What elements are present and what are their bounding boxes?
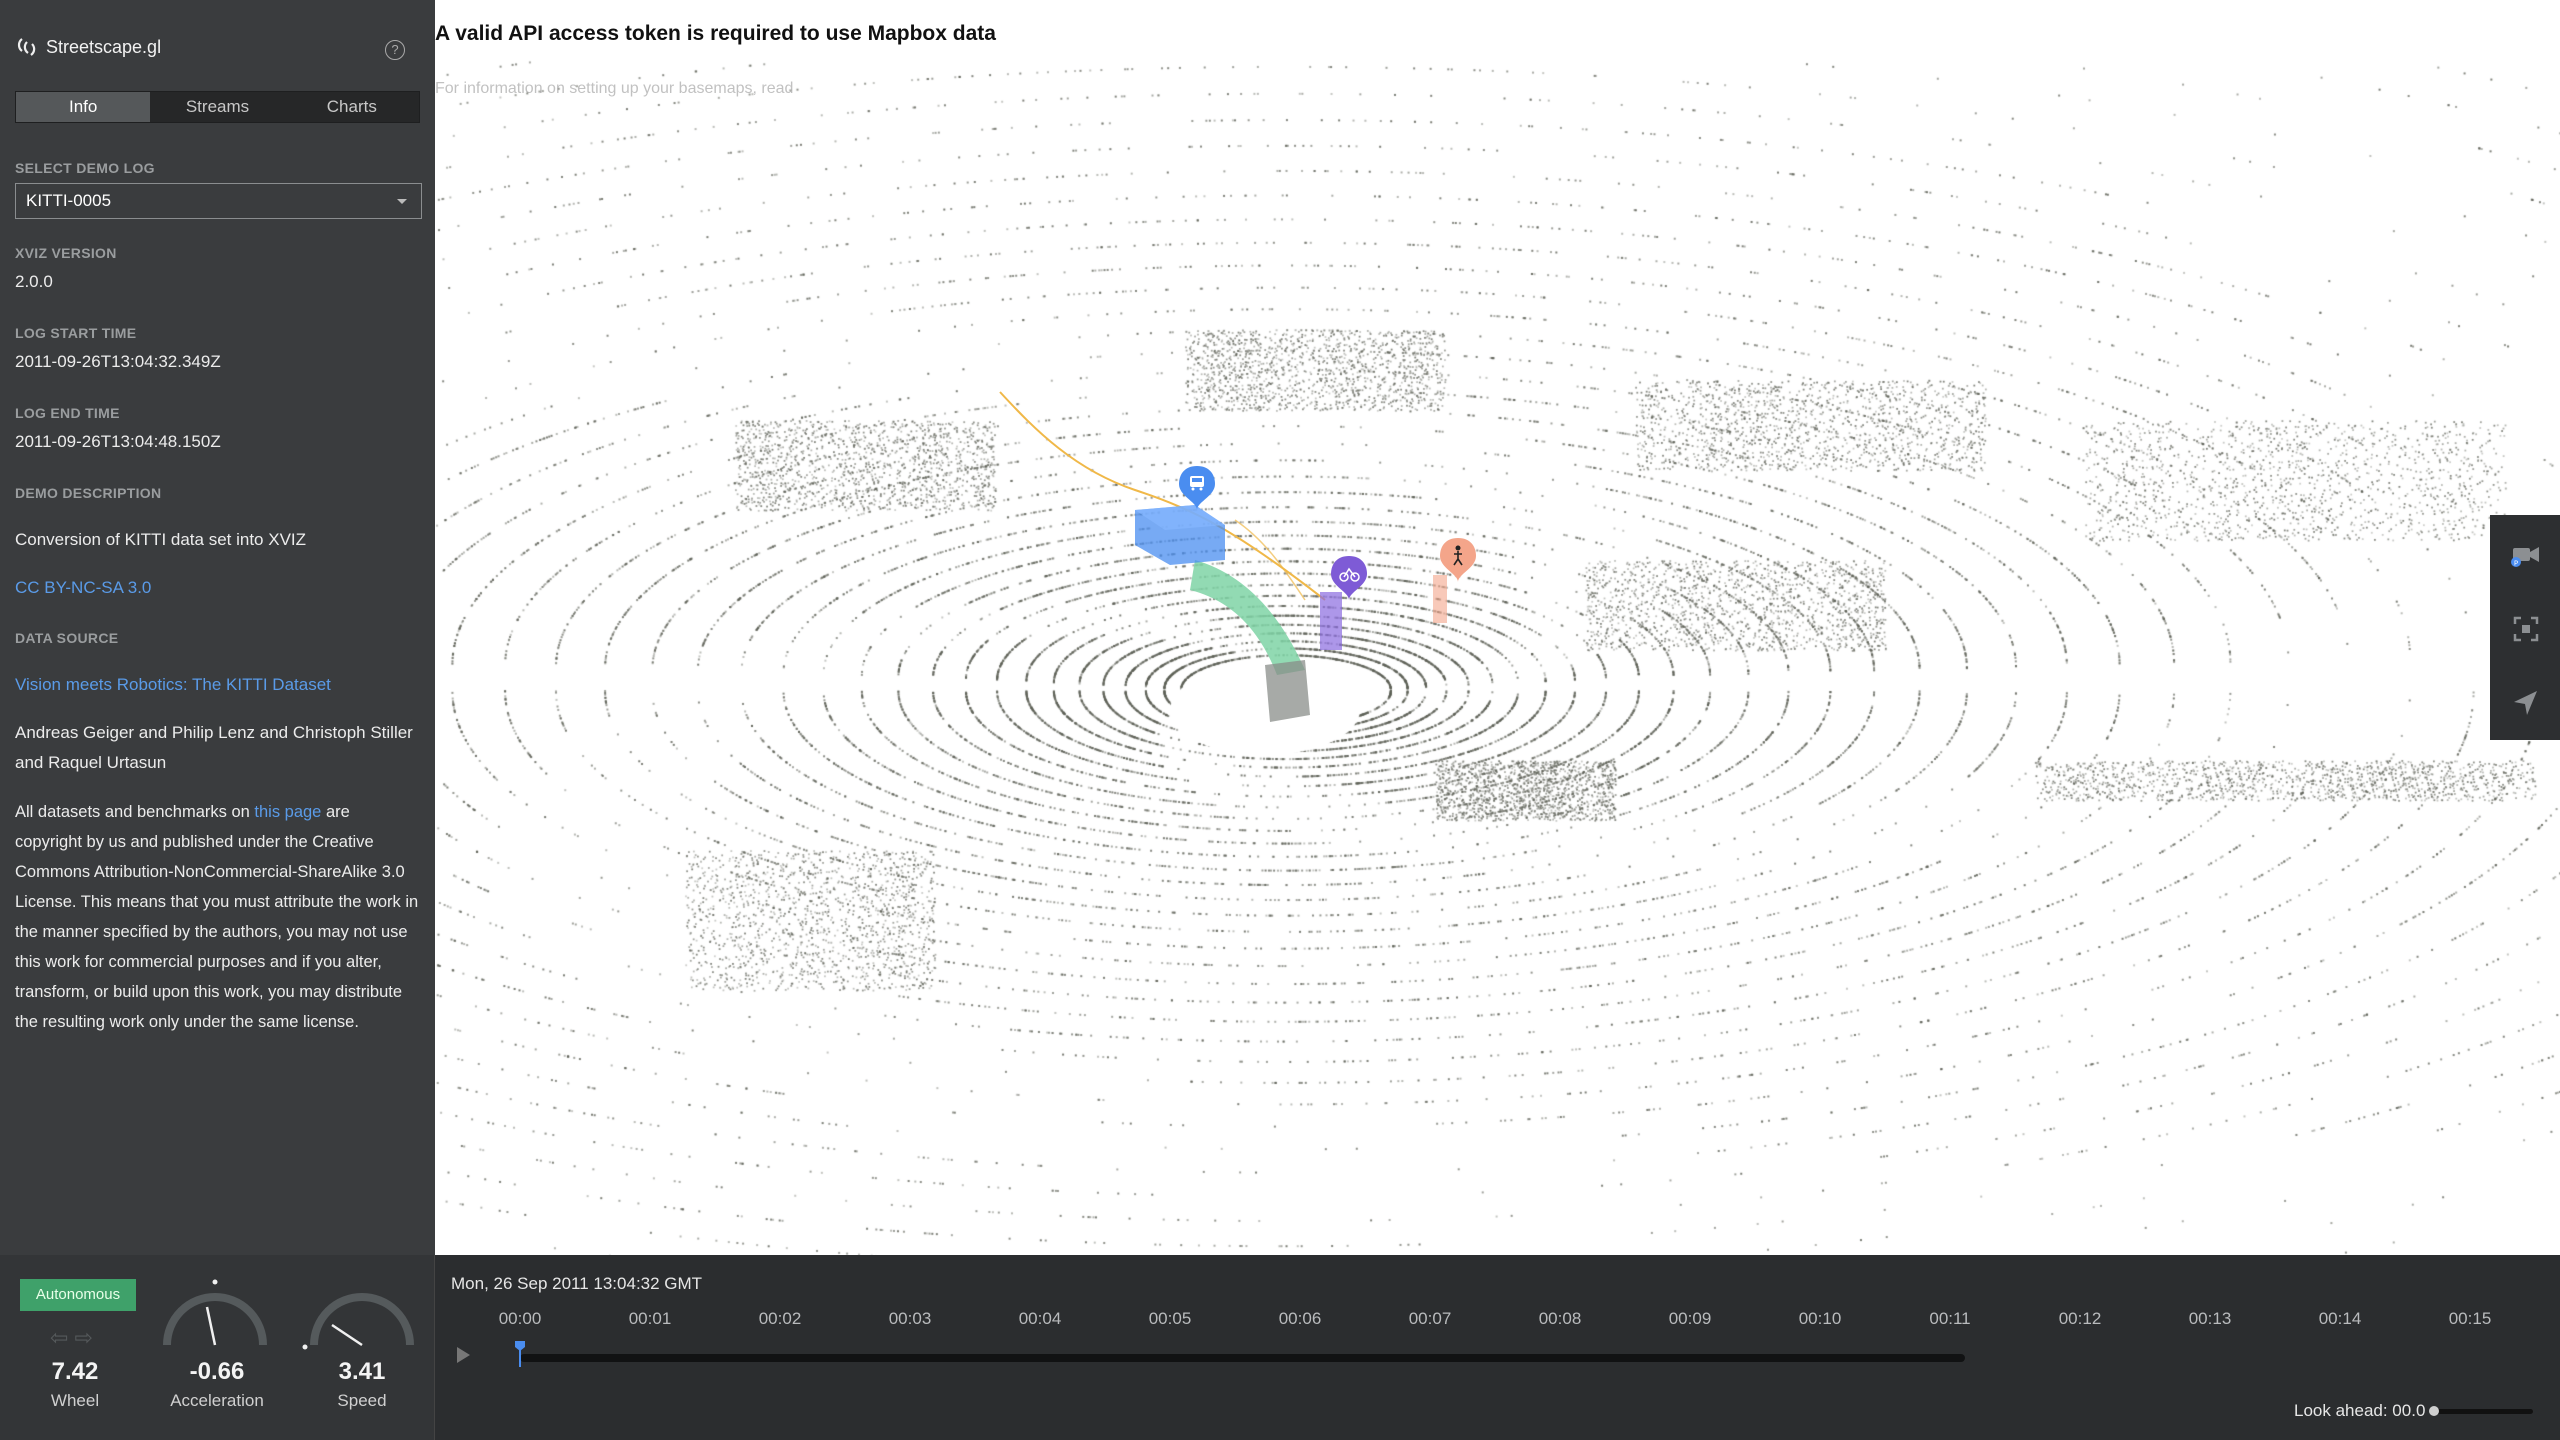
log-end-label: LOG END TIME <box>15 405 120 421</box>
timeline-tick: 00:09 <box>1668 1309 1712 1328</box>
timeline-tick: 00:01 <box>628 1309 672 1328</box>
timeline-tick: 00:03 <box>888 1309 932 1328</box>
license-link[interactable]: CC BY-NC-SA 3.0 <box>15 578 151 598</box>
demo-log-label: SELECT DEMO LOG <box>15 160 155 176</box>
timeline-tick: 00:06 <box>1278 1309 1322 1328</box>
timeline-tick: 00:12 <box>2058 1309 2102 1328</box>
data-source-label: DATA SOURCE <box>15 630 119 646</box>
demo-log-value: KITTI-0005 <box>26 191 112 210</box>
copyright-prefix: All datasets and benchmarks on <box>15 803 255 821</box>
speed-value: 3.41 <box>338 1358 386 1385</box>
speed-gauge <box>302 1293 414 1350</box>
mapbox-token-warning: A valid API access token is required to … <box>435 22 996 45</box>
timeline-ticks: 00:00 00:01 00:02 00:03 00:04 00:05 00:06 00:07… <box>435 1309 2560 1333</box>
scene-objects <box>999 391 1476 722</box>
mapbox-token-hint: For information on setting up your basem… <box>435 80 794 97</box>
data-source-link[interactable]: Vision meets Robotics: The KITTI Dataset <box>15 675 331 695</box>
locate-icon[interactable] <box>2510 687 2542 719</box>
app-root: A valid API access token is required to … <box>0 0 2560 1440</box>
timeline-tick: 00:08 <box>1538 1309 1582 1328</box>
log-end-value: 2011-09-26T13:04:48.150Z <box>15 432 221 451</box>
demo-description-label: DEMO DESCRIPTION <box>15 485 162 501</box>
copyright-suffix: are copyright by us and published under … <box>15 803 419 1031</box>
timeline-tick: 00:14 <box>2318 1309 2362 1328</box>
timeline-tick: 00:15 <box>2448 1309 2492 1328</box>
pedestrian-object <box>1433 575 1447 623</box>
timeline-handle[interactable] <box>515 1341 525 1367</box>
acceleration-label: Acceleration <box>170 1391 264 1410</box>
tab-charts[interactable]: Charts <box>285 92 419 122</box>
xviz-version-value: 2.0.0 <box>15 272 53 291</box>
panel-tabs: Info Streams Charts <box>15 91 420 123</box>
ego-vehicle <box>1265 660 1310 722</box>
copyright-page-link[interactable]: this page <box>254 803 321 821</box>
play-button[interactable] <box>457 1347 470 1363</box>
tab-streams[interactable]: Streams <box>150 92 284 122</box>
timeline-tick: 00:11 <box>1929 1309 1971 1328</box>
timeline-tick: 00:07 <box>1408 1309 1452 1328</box>
bus-marker-icon <box>1179 466 1215 510</box>
vehicle-hud: Autonomous ⇦⇨ 7.42 Wheel -0.66 Accelerat… <box>0 1255 435 1440</box>
timeline-date: Mon, 26 Sep 2011 13:04:32 GMT <box>451 1274 703 1293</box>
playback-timeline: Mon, 26 Sep 2011 13:04:32 GMT 00:00 00:01… <box>435 1255 2560 1440</box>
tab-info[interactable]: Info <box>16 92 151 122</box>
svg-text:P: P <box>2514 560 2518 568</box>
bottom-bar: Autonomous ⇦⇨ 7.42 Wheel -0.66 Accelerat… <box>0 1255 2560 1440</box>
fullscreen-icon[interactable] <box>2510 613 2542 645</box>
copyright-text: All datasets and benchmarks on this page… <box>15 797 420 1037</box>
timeline-tick: 00:10 <box>1798 1309 1842 1328</box>
timeline-tick: 00:04 <box>1018 1309 1062 1328</box>
wheel-value: 7.42 <box>51 1358 99 1385</box>
timeline-tick: 00:00 <box>498 1309 542 1328</box>
ego-trajectory <box>1190 560 1305 675</box>
lookahead-label: Look ahead: 00.0 <box>2294 1401 2426 1420</box>
demo-description-value: Conversion of KITTI data set into XVIZ <box>15 530 307 549</box>
wheel-label: Wheel <box>50 1391 100 1410</box>
autonomous-badge: Autonomous <box>20 1279 136 1311</box>
authors-text: Andreas Geiger and Philip Lenz and Chris… <box>15 723 413 772</box>
timeline-tick: 00:02 <box>758 1309 802 1328</box>
bus-object <box>1135 505 1225 565</box>
camera-icon[interactable]: P <box>2510 539 2542 571</box>
log-start-label: LOG START TIME <box>15 325 137 341</box>
3d-viewport[interactable]: A valid API access token is required to … <box>435 0 2560 1255</box>
acceleration-gauge <box>163 1279 267 1346</box>
cyclist-object <box>1320 592 1342 650</box>
demo-log-select[interactable]: KITTI-0005 <box>15 183 422 219</box>
planned-path-line <box>999 391 1326 601</box>
turn-signal-icon: ⇦⇨ <box>50 1325 99 1350</box>
lookahead-handle[interactable] <box>2429 1406 2439 1416</box>
acceleration-value: -0.66 <box>189 1358 245 1385</box>
streetscape-logo-icon <box>17 38 36 56</box>
brand-name: Streetscape.gl <box>46 36 162 57</box>
xviz-version-label: XVIZ VERSION <box>15 245 117 261</box>
timeline-tick: 00:05 <box>1148 1309 1192 1328</box>
help-circle-icon[interactable]: ? <box>385 40 405 60</box>
lookahead-slider[interactable] <box>2433 1409 2533 1414</box>
timeline-track[interactable] <box>520 1354 1965 1362</box>
brand: Streetscape.gl <box>16 36 161 58</box>
log-start-value: 2011-09-26T13:04:32.349Z <box>15 352 221 371</box>
view-toolbar: P <box>2490 515 2560 740</box>
chevron-down-icon <box>397 199 407 204</box>
info-panel: Streetscape.gl ? Info Streams Charts SEL… <box>0 0 435 1255</box>
speed-label: Speed <box>337 1391 387 1410</box>
timeline-tick: 00:13 <box>2188 1309 2232 1328</box>
